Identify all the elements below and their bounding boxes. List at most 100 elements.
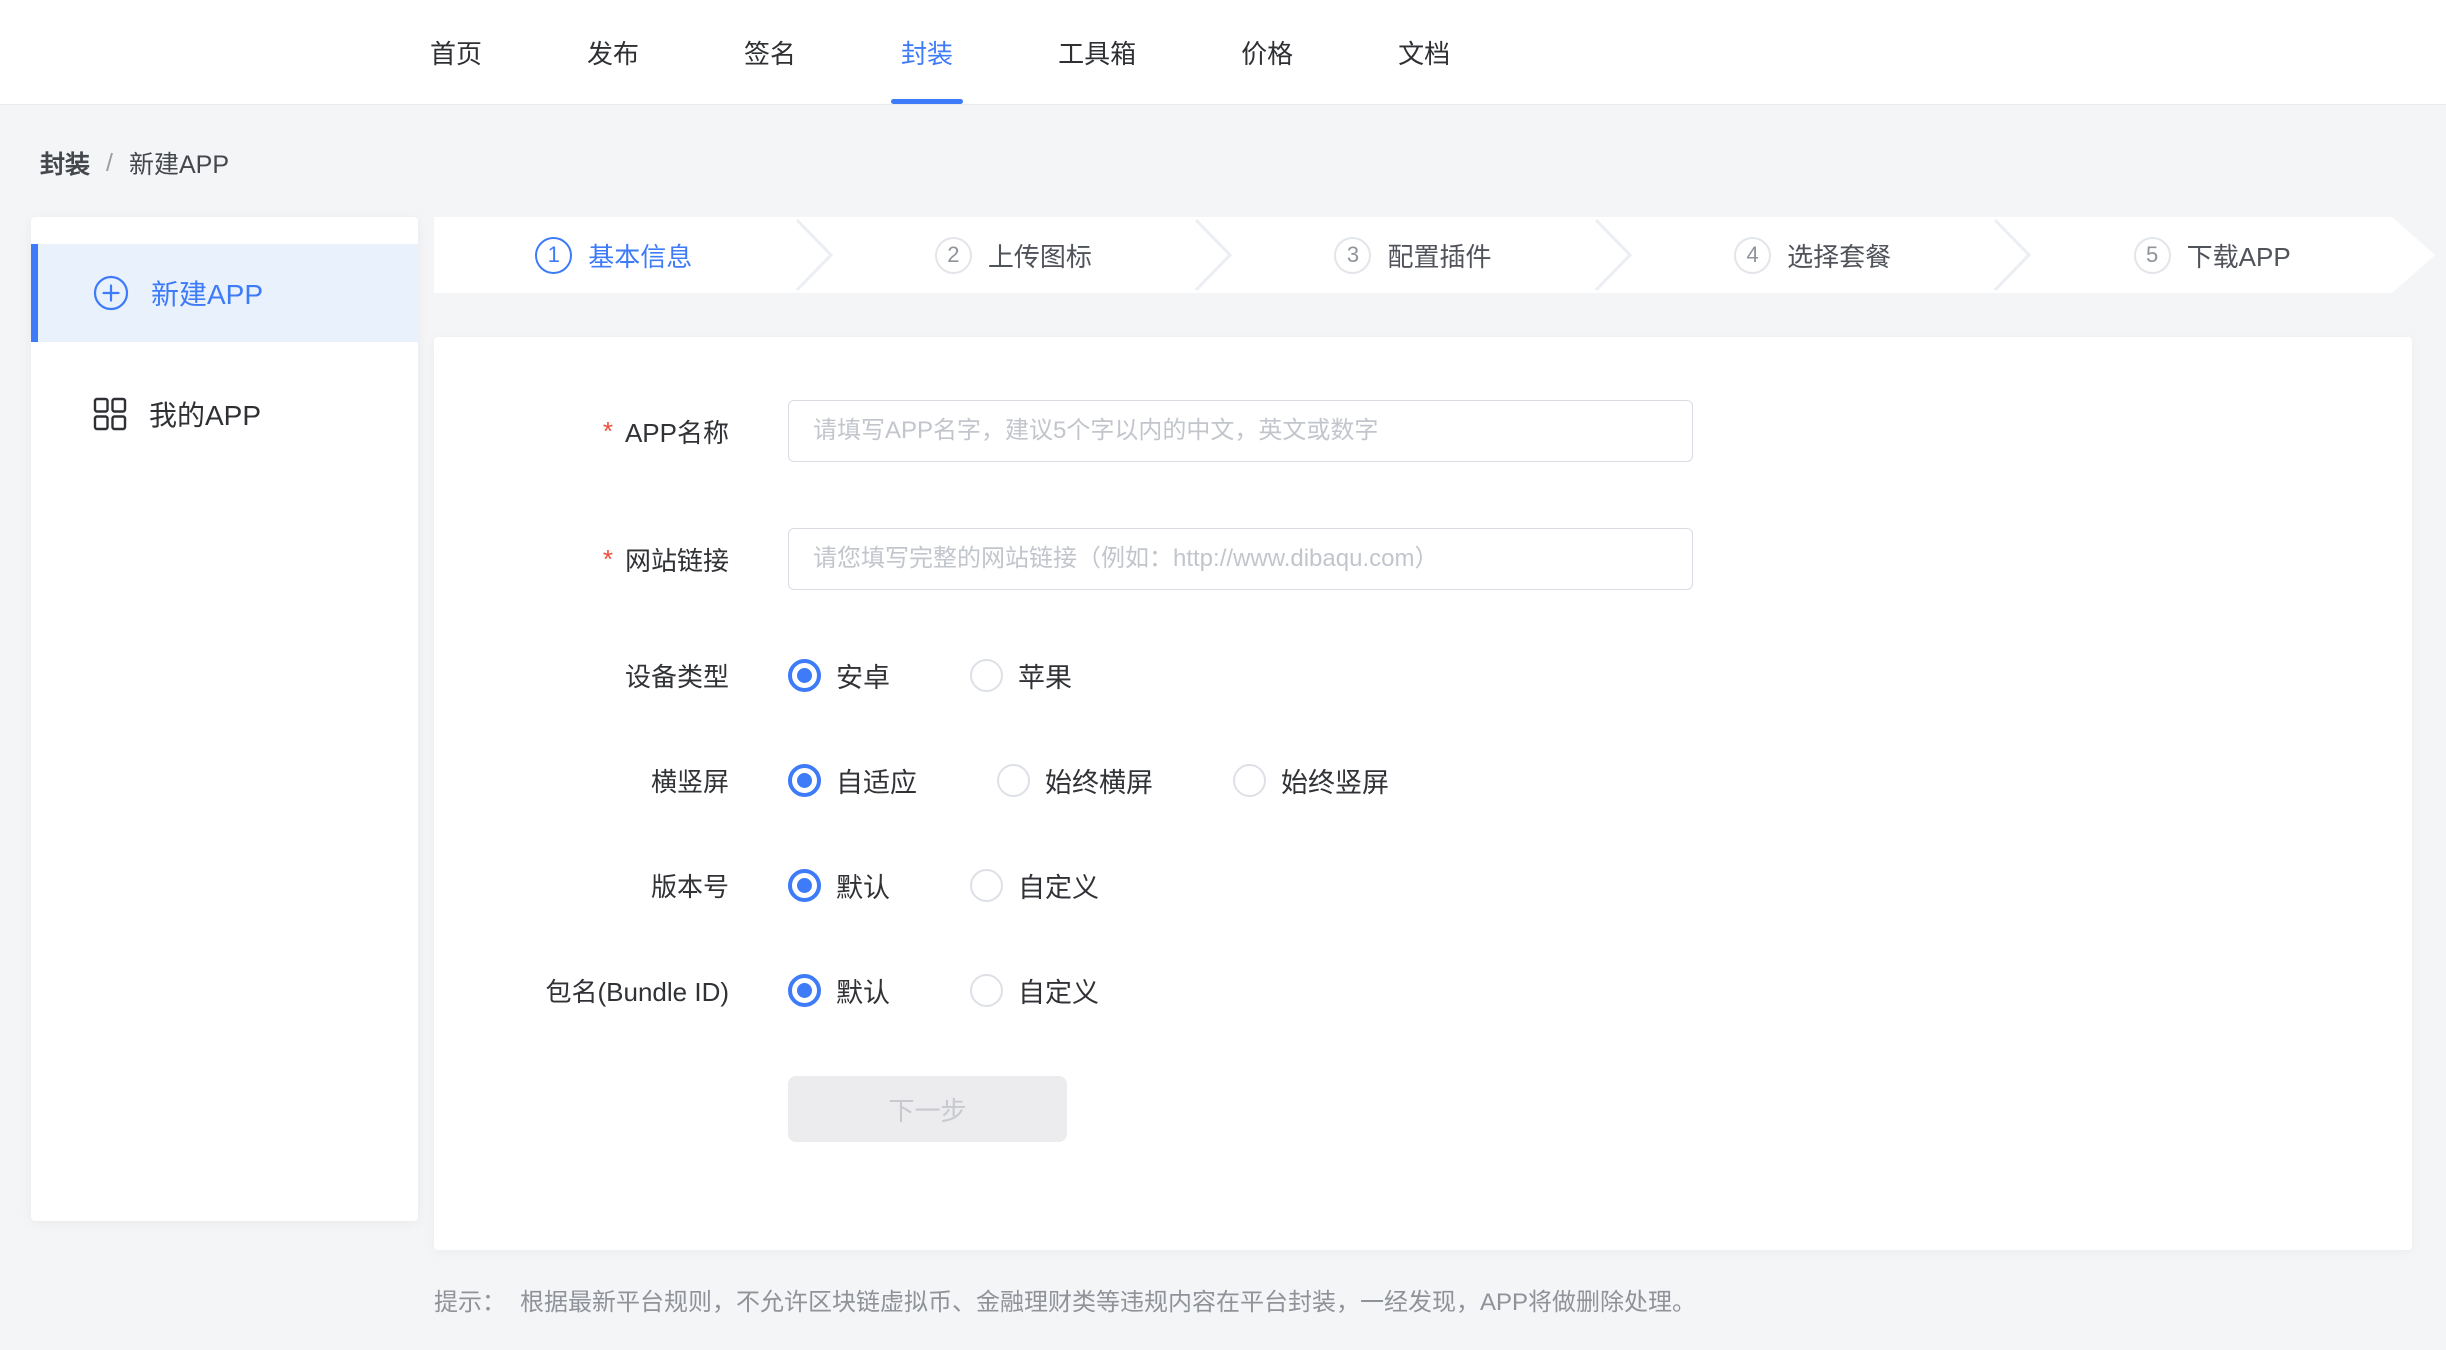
grid-icon — [93, 397, 127, 431]
nav-items: 首页 发布 签名 封装 工具箱 价格 文档 — [430, 0, 1450, 104]
radio-button-icon — [788, 974, 821, 1007]
radio-button-icon — [970, 869, 1003, 902]
nav-item-toolbox[interactable]: 工具箱 — [1058, 0, 1136, 104]
nav-item-docs[interactable]: 文档 — [1398, 0, 1450, 104]
field-label-text: 横竖屏 — [651, 762, 729, 799]
main-panel: 1基本信息2上传图标3配置插件4选择套餐5下载APP *APP名称*网站链接设备… — [434, 217, 2435, 1317]
radio-orientation-auto[interactable]: 自适应 — [788, 761, 917, 800]
step-label: 选择套餐 — [1787, 237, 1891, 274]
breadcrumb: 封装 / 新建APP — [0, 105, 2446, 181]
next-step-button[interactable]: 下一步 — [788, 1076, 1067, 1142]
field-label-text: 包名(Bundle ID) — [546, 972, 730, 1009]
sidebar-item-new-app[interactable]: 新建APP — [31, 244, 418, 342]
radio-button-icon — [1233, 764, 1266, 797]
field-label-text: 网站链接 — [625, 541, 729, 578]
step-config-plugin[interactable]: 3 配置插件 — [1233, 217, 1593, 293]
field-label: *APP名称 — [434, 413, 729, 450]
radio-option-label: 自定义 — [1018, 866, 1099, 905]
step-label: 基本信息 — [588, 237, 692, 274]
radio-button-icon — [970, 974, 1003, 1007]
radio-button-icon — [788, 869, 821, 902]
step-chevron-icon — [1193, 217, 1233, 293]
hint-prefix: 提示： — [434, 1282, 506, 1317]
nav-item-publish[interactable]: 发布 — [587, 0, 639, 104]
nav-item-label: 发布 — [587, 34, 639, 71]
form-row-submit: 下一步 — [434, 1076, 2412, 1142]
radio-option-label: 安卓 — [836, 656, 890, 695]
app-name-input[interactable] — [788, 400, 1693, 462]
radio-bundle-id-default[interactable]: 默认 — [788, 971, 890, 1010]
sidebar-item-my-app[interactable]: 我的APP — [31, 365, 418, 463]
radio-group-orientation: 自适应 始终横屏 始终竖屏 — [788, 761, 1469, 800]
field-label: 设备类型 — [434, 657, 729, 694]
step-number: 4 — [1734, 237, 1771, 274]
sidebar-item-label: 新建APP — [151, 273, 263, 313]
radio-group-device-type: 安卓 苹果 — [788, 656, 1152, 695]
step-chevron-icon — [1593, 217, 1633, 293]
required-asterisk: * — [603, 416, 613, 447]
form-card: *APP名称*网站链接设备类型安卓苹果横竖屏自适应始终横屏始终竖屏版本号默认自定… — [434, 337, 2412, 1250]
step-chevron-icon — [1992, 217, 2032, 293]
nav-item-price[interactable]: 价格 — [1241, 0, 1293, 104]
sidebar: 新建APP 我的APP — [31, 217, 418, 1221]
steps-bar: 1基本信息 2 上传图标 3 配置插件 4 选择套餐 5 下载APP — [434, 217, 2435, 293]
top-nav: 首页 发布 签名 封装 工具箱 价格 文档 — [0, 0, 2446, 105]
field-label-text: 设备类型 — [625, 657, 729, 694]
nav-item-package[interactable]: 封装 — [901, 0, 953, 104]
step-upload-icon[interactable]: 2 上传图标 — [834, 217, 1194, 293]
site-url-input[interactable] — [788, 528, 1693, 590]
radio-option-label: 自定义 — [1018, 971, 1099, 1010]
field-label-text: 版本号 — [651, 867, 729, 904]
nav-item-label: 价格 — [1241, 34, 1293, 71]
step-choose-plan[interactable]: 4 选择套餐 — [1633, 217, 1993, 293]
plus-circle-icon — [93, 275, 129, 311]
hint-text: 提示： 根据最新平台规则，不允许区块链虚拟币、金融理财类等违规内容在平台封装，一… — [434, 1282, 2435, 1317]
form-row-app-name: *APP名称 — [434, 400, 2412, 462]
breadcrumb-separator: / — [106, 149, 113, 178]
radio-version-custom[interactable]: 自定义 — [970, 866, 1099, 905]
radio-device-type-ios[interactable]: 苹果 — [970, 656, 1072, 695]
nav-item-label: 文档 — [1398, 34, 1450, 71]
step-download-app[interactable]: 5 下载APP — [2032, 217, 2392, 293]
step-label: 配置插件 — [1387, 237, 1491, 274]
step-number: 2 — [935, 237, 972, 274]
nav-item-label: 签名 — [744, 34, 796, 71]
breadcrumb-item-new-app: 新建APP — [129, 145, 229, 181]
form-row-site-url: *网站链接 — [434, 528, 2412, 590]
nav-item-sign[interactable]: 签名 — [744, 0, 796, 104]
radio-button-icon — [970, 659, 1003, 692]
step-number: 5 — [2134, 237, 2171, 274]
radio-button-icon — [788, 764, 821, 797]
nav-item-home[interactable]: 首页 — [430, 0, 482, 104]
sidebar-item-label: 我的APP — [149, 394, 261, 434]
radio-group-bundle-id: 默认 自定义 — [788, 971, 1179, 1010]
radio-bundle-id-custom[interactable]: 自定义 — [970, 971, 1099, 1010]
field-label: 包名(Bundle ID) — [434, 972, 729, 1009]
step-basic-info[interactable]: 1基本信息 — [434, 217, 794, 293]
step-chevron-icon — [794, 217, 834, 293]
form-row-bundle-id: 包名(Bundle ID) 默认 自定义 — [434, 971, 2412, 1010]
radio-option-label: 默认 — [836, 971, 890, 1010]
radio-option-label: 苹果 — [1018, 656, 1072, 695]
step-label: 下载APP — [2187, 237, 2291, 274]
radio-version-default[interactable]: 默认 — [788, 866, 890, 905]
radio-orientation-portrait[interactable]: 始终竖屏 — [1233, 761, 1389, 800]
field-label: 版本号 — [434, 867, 729, 904]
breadcrumb-item-package[interactable]: 封装 — [40, 145, 90, 181]
step-label: 上传图标 — [988, 237, 1092, 274]
step-number: 3 — [1334, 237, 1371, 274]
form-rows: *APP名称*网站链接设备类型安卓苹果横竖屏自适应始终横屏始终竖屏版本号默认自定… — [434, 400, 2412, 1010]
radio-device-type-android[interactable]: 安卓 — [788, 656, 890, 695]
field-label: *网站链接 — [434, 541, 729, 578]
form-row-version: 版本号 默认 自定义 — [434, 866, 2412, 905]
form-row-device-type: 设备类型 安卓 苹果 — [434, 656, 2412, 695]
radio-option-label: 默认 — [836, 866, 890, 905]
radio-button-icon — [997, 764, 1030, 797]
content-layout: 新建APP 我的APP 1基本信息 2 上传图标 3 配置插件 4 选择套餐 5 下载APP *A… — [0, 181, 2446, 1317]
hint-body: 根据最新平台规则，不允许区块链虚拟币、金融理财类等违规内容在平台封装，一经发现，… — [520, 1282, 1696, 1317]
nav-item-label: 封装 — [901, 34, 953, 71]
radio-orientation-landscape[interactable]: 始终横屏 — [997, 761, 1153, 800]
form-row-orientation: 横竖屏 自适应 始终横屏 始终竖屏 — [434, 761, 2412, 800]
nav-item-label: 首页 — [430, 34, 482, 71]
radio-group-version: 默认 自定义 — [788, 866, 1179, 905]
